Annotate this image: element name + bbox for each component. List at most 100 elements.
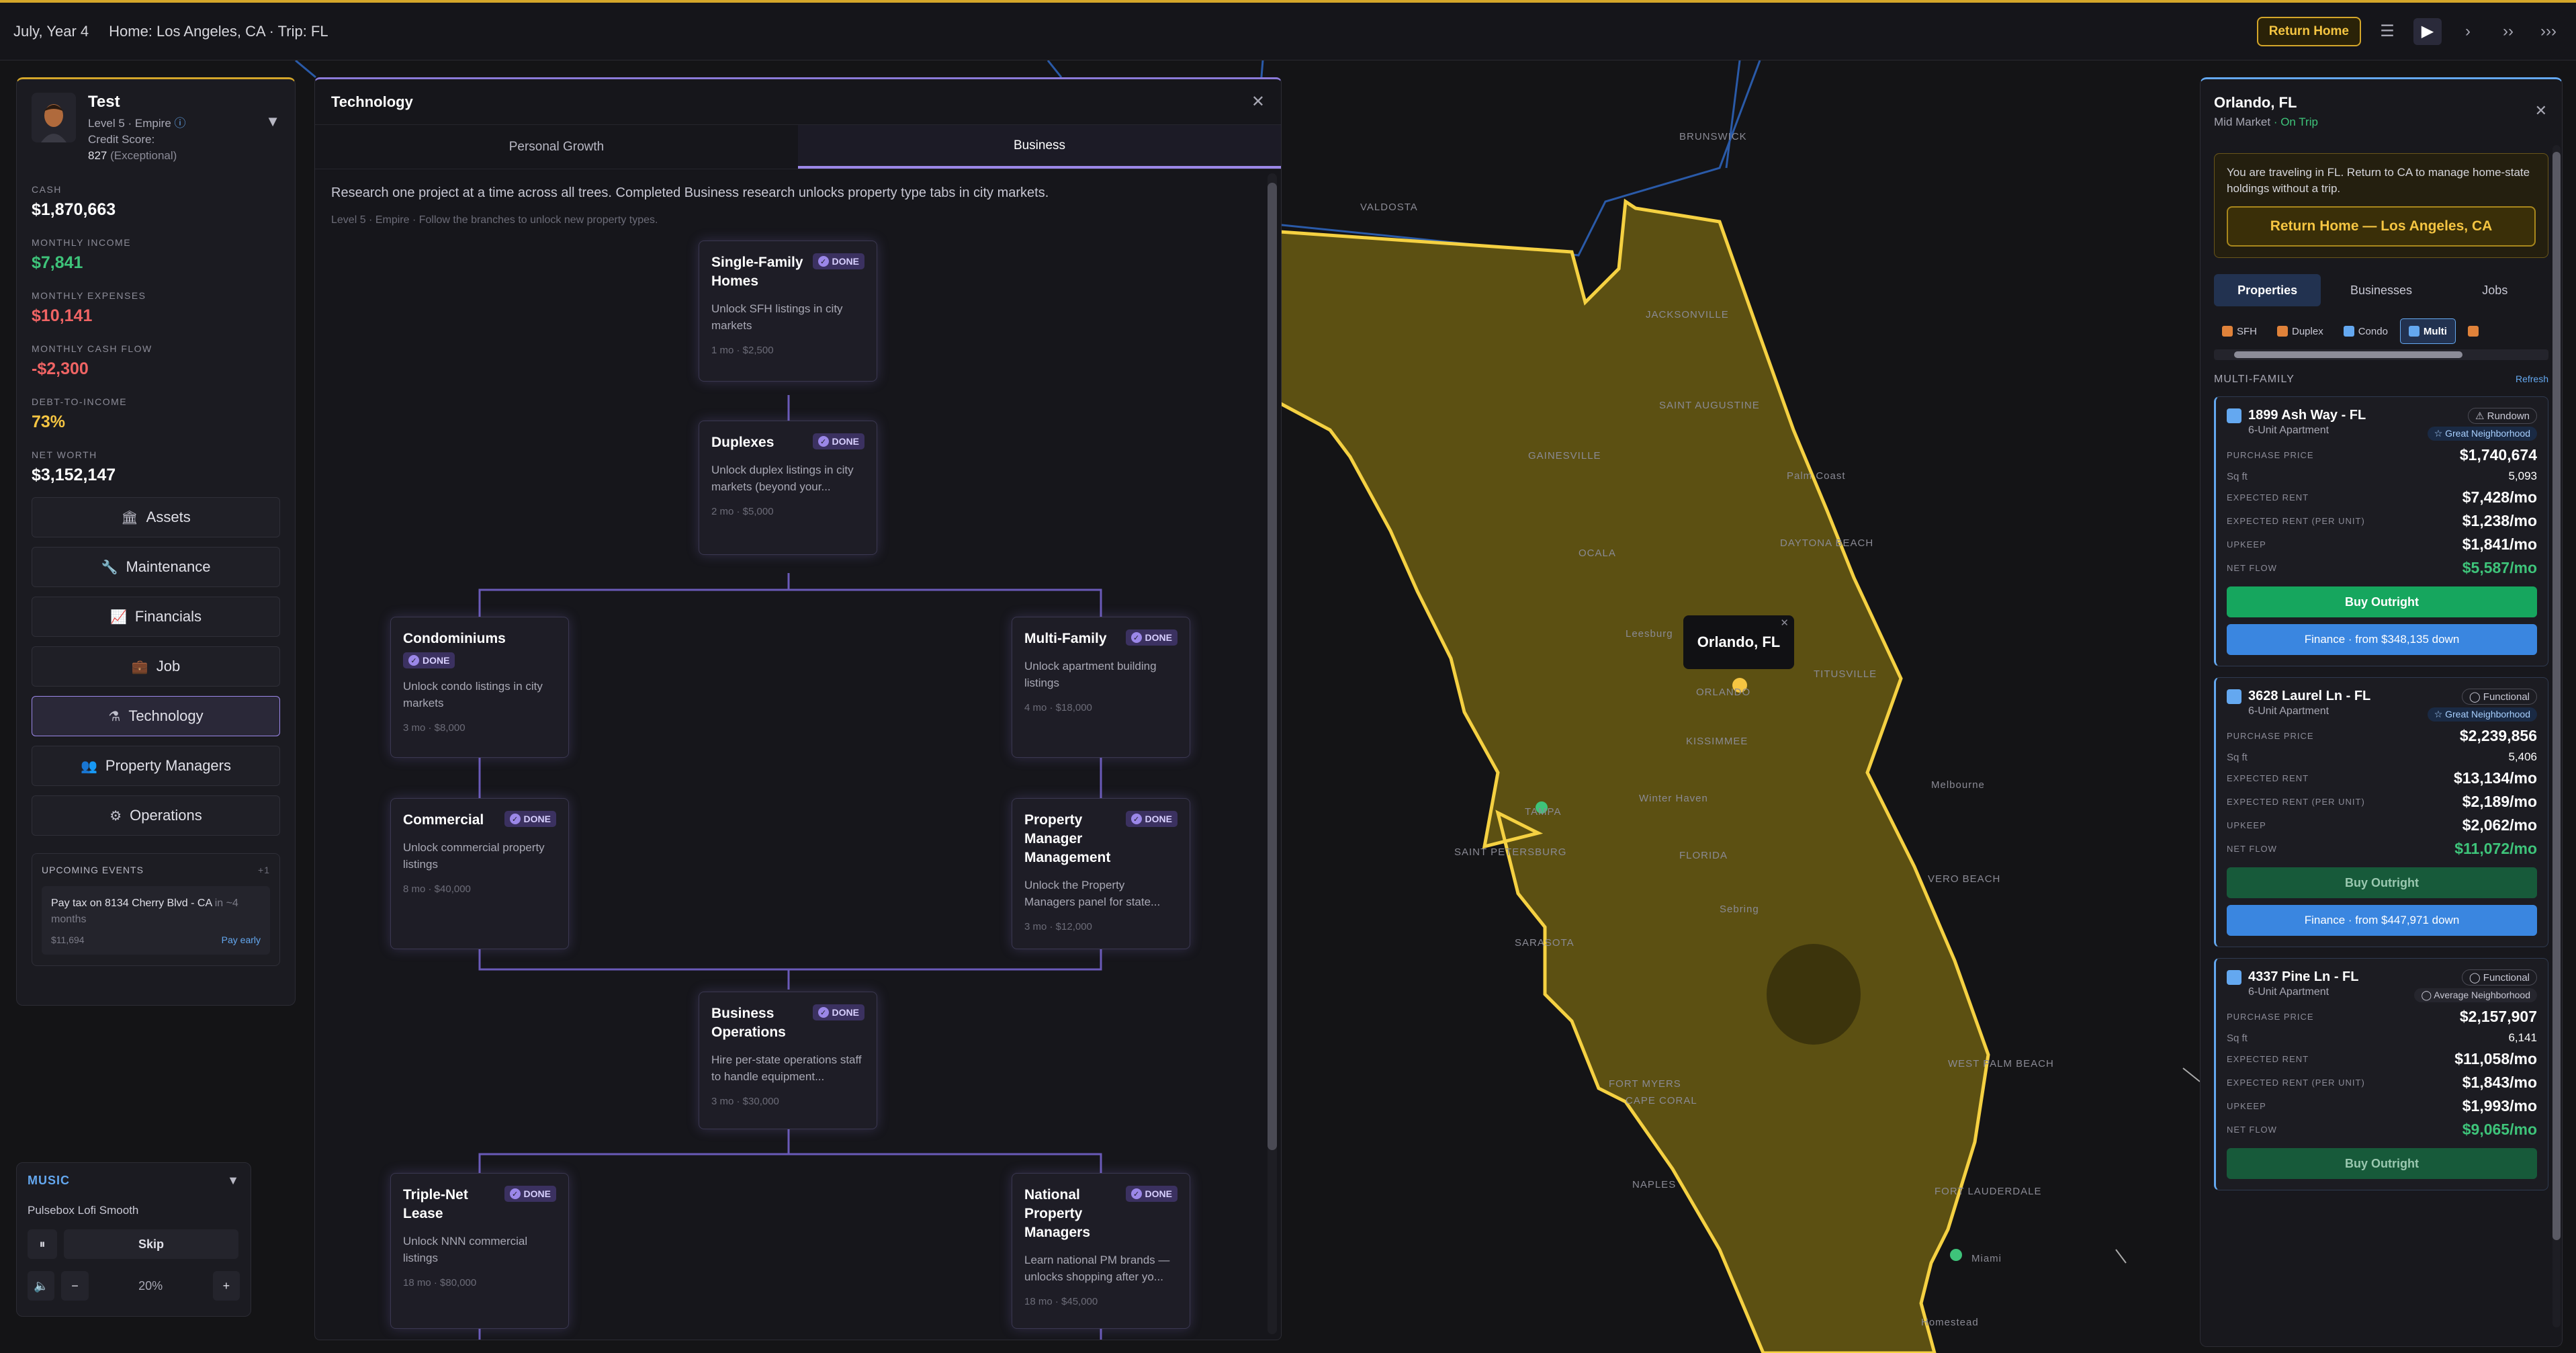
finance-button[interactable]: Finance · from $447,971 down [2227, 905, 2537, 936]
play-icon[interactable]: ▶ [2413, 17, 2442, 45]
nav-assets[interactable]: 🏛 Assets [32, 497, 280, 537]
fastest-icon[interactable]: ››› [2534, 18, 2563, 45]
nav-operations[interactable]: ⚙ Operations [32, 795, 280, 836]
city-title: Orlando, FL [2214, 94, 2297, 111]
node-cost: 3 mo · $8,000 [403, 722, 465, 734]
chevron-down-icon[interactable]: ▼ [265, 113, 280, 130]
close-icon[interactable]: ✕ [2535, 102, 2547, 120]
nav-job[interactable]: 💼 Job [32, 646, 280, 687]
buy-outright-button[interactable]: Buy Outright [2227, 867, 2537, 898]
nav-financials[interactable]: 📈 Financials [32, 597, 280, 637]
horizontal-scrollbar[interactable] [2214, 349, 2548, 360]
return-home-la-button[interactable]: Return Home — Los Angeles, CA [2227, 206, 2536, 247]
property-address: 1899 Ash Way - FL [2248, 408, 2366, 423]
skip-button[interactable]: Skip [64, 1229, 238, 1259]
node-description: Unlock the Property Managers panel for s… [1024, 879, 1161, 908]
map-label: VERO BEACH [1928, 873, 2001, 885]
finance-button[interactable]: Finance · from $348,135 down [2227, 624, 2537, 655]
building-icon [2227, 408, 2241, 423]
ptype-sfh[interactable]: SFH [2214, 318, 2265, 344]
pay-early-link[interactable]: Pay early [222, 934, 261, 945]
step-icon[interactable]: › [2454, 18, 2482, 45]
map-label: Sebring [1720, 904, 1759, 915]
rent-unit-label: Expected Rent (per unit) [2227, 797, 2365, 807]
tech-node-multi[interactable]: Multi-Family ✓ DONE Unlock apartment buil… [1012, 617, 1190, 758]
ptype-multi[interactable]: Multi [2399, 318, 2456, 344]
ptype-duplex[interactable]: Duplex [2269, 318, 2331, 344]
node-title: Property Manager Management [1024, 812, 1111, 865]
close-icon[interactable]: ✕ [1251, 92, 1265, 112]
map-label: FLORIDA [1679, 850, 1728, 861]
profile-name: Test [88, 93, 120, 111]
nav-maintenance[interactable]: 🔧 Maintenance [32, 547, 280, 587]
expected-rent: $7,428/mo [2462, 488, 2537, 506]
property-card[interactable]: 4337 Pine Ln - FL 6-Unit Apartment ◯ Fun… [2214, 958, 2548, 1190]
fast-icon[interactable]: ›› [2494, 18, 2522, 45]
node-cost: 18 mo · $45,000 [1024, 1296, 1098, 1307]
stat-monthly-expenses: Monthly Expenses $10,141 [32, 290, 280, 326]
building-icon [2408, 326, 2419, 337]
sidebar: Test Level 5 · Empire ⓘ Credit Score: 82… [16, 77, 296, 1006]
travel-notice: You are traveling in FL. Return to CA to… [2214, 153, 2548, 258]
done-badge: ✓ DONE [504, 1186, 556, 1202]
nav-label: Maintenance [126, 558, 211, 575]
net-flow: $5,587/mo [2462, 559, 2537, 576]
ptype-more[interactable] [2460, 318, 2487, 344]
close-icon[interactable]: ✕ [1780, 617, 1789, 629]
profile[interactable]: Test Level 5 · Empire ⓘ Credit Score: 82… [32, 93, 280, 167]
nav-property-managers[interactable]: 👥 Property Managers [32, 746, 280, 786]
return-home-button[interactable]: Return Home [2256, 16, 2361, 46]
stat-label: Net Worth [32, 449, 97, 460]
house-icon [2222, 326, 2233, 337]
condition-badge: ⚠ Rundown [2468, 408, 2537, 424]
neighborhood-badge: ☆ Great Neighborhood [2427, 427, 2537, 441]
property-card[interactable]: 3628 Laurel Ln - FL 6-Unit Apartment ◯ F… [2214, 677, 2548, 947]
buy-outright-button[interactable]: Buy Outright [2227, 586, 2537, 617]
credit-rating: (Exceptional) [110, 149, 177, 162]
tab-properties[interactable]: Properties [2214, 274, 2321, 306]
pause-button[interactable]: ⏸ [28, 1229, 57, 1259]
tab-personal-growth[interactable]: Personal Growth [315, 125, 798, 169]
tech-node-duplex[interactable]: Duplexes ✓ DONE Unlock duplex listings in… [699, 421, 877, 555]
tab-business[interactable]: Business [798, 125, 1281, 169]
nav-technology[interactable]: ⚗ Technology [32, 696, 280, 736]
nav-label: Operations [130, 807, 202, 824]
map-tooltip: Orlando, FL ✕ [1683, 615, 1794, 669]
refresh-link[interactable]: Refresh [2516, 374, 2548, 386]
profile-level: Level 5 · Empire [88, 117, 171, 130]
scrollbar[interactable] [2552, 145, 2561, 1327]
rent-label: Expected Rent [2227, 492, 2309, 503]
volume-up-button[interactable]: + [212, 1271, 240, 1301]
event-text: Pay tax on 8134 Cherry Blvd - CA [51, 898, 212, 909]
stat-label: Monthly Cash Flow [32, 343, 152, 354]
info-icon[interactable]: ⓘ [175, 117, 186, 130]
node-title: Commercial [403, 812, 484, 828]
chevron-down-icon[interactable]: ▼ [227, 1174, 240, 1188]
sqft-value: 6,141 [2508, 1031, 2537, 1044]
building-icon [2227, 969, 2241, 985]
map-label: DAYTONA BEACH [1780, 537, 1874, 549]
tab-businesses[interactable]: Businesses [2327, 274, 2434, 306]
scrollbar[interactable] [1268, 173, 1277, 1334]
tech-node-condo[interactable]: Condominiums ✓ DONE Unlock condo listings… [390, 617, 569, 758]
volume-down-button[interactable]: − [61, 1271, 89, 1301]
ptype-condo[interactable]: Condo [2336, 318, 2396, 344]
tech-node-nnn[interactable]: Triple-Net Lease ✓ DONE Unlock NNN commer… [390, 1173, 569, 1329]
tech-node-sfh[interactable]: Single-Family Homes ✓ DONE Unlock SFH lis… [699, 241, 877, 382]
property-card[interactable]: 1899 Ash Way - FL 6-Unit Apartment ⚠ Run… [2214, 396, 2548, 666]
menu-icon[interactable]: ☰ [2373, 18, 2401, 45]
tech-node-commercial[interactable]: Commercial ✓ DONE Unlock commercial prope… [390, 798, 569, 949]
map-label: ORLANDO [1696, 687, 1751, 698]
tab-jobs[interactable]: Jobs [2442, 274, 2548, 306]
check-icon: ✓ [1130, 814, 1142, 824]
node-cost: 1 mo · $2,500 [711, 345, 774, 356]
volume-icon[interactable]: 🔈 [28, 1271, 55, 1301]
tech-node-npm[interactable]: National Property Managers ✓ DONE Learn n… [1012, 1173, 1190, 1329]
node-description: Unlock apartment building listings [1024, 660, 1157, 689]
tech-node-bizops[interactable]: Business Operations ✓ DONE Hire per-state… [699, 992, 877, 1129]
buy-outright-button[interactable]: Buy Outright [2227, 1148, 2537, 1179]
tech-node-pmm[interactable]: Property Manager Management ✓ DONE Unlock… [1012, 798, 1190, 949]
node-description: Unlock SFH listings in city markets [711, 302, 843, 332]
map-label: Miami [1971, 1253, 2002, 1264]
event-item[interactable]: Pay tax on 8134 Cherry Blvd - CA in ~4 m… [42, 886, 270, 955]
